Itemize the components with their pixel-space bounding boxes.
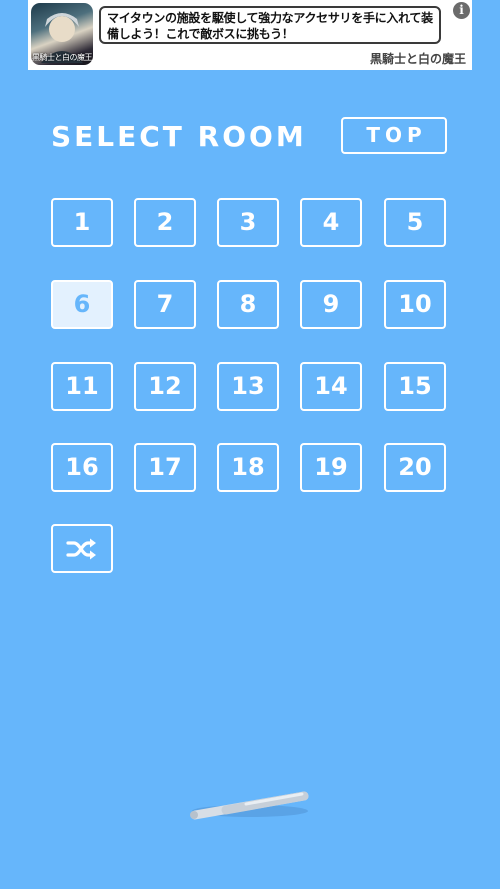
room-button-11[interactable]: 11 (51, 362, 113, 411)
room-button-8[interactable]: 8 (217, 280, 279, 329)
room-button-9[interactable]: 9 (300, 280, 362, 329)
info-icon[interactable]: i (453, 2, 470, 19)
room-button-12[interactable]: 12 (134, 362, 196, 411)
room-button-13[interactable]: 13 (217, 362, 279, 411)
ad-brand-name: 黒騎士と白の魔王 (369, 52, 466, 66)
room-button-20[interactable]: 20 (384, 443, 446, 492)
room-button-2[interactable]: 2 (134, 198, 196, 247)
room-button-7[interactable]: 7 (134, 280, 196, 329)
shuffle-icon (66, 538, 96, 560)
ad-thumb-caption: 黒騎士と白の魔王 (32, 53, 93, 62)
ad-thumbnail[interactable]: 黒騎士と白の魔王 (31, 3, 93, 65)
ad-banner[interactable]: 黒騎士と白の魔王 マイタウンの施設を駆使して強力なアクセサリを手に入れて装備しよ… (28, 0, 472, 70)
room-button-3[interactable]: 3 (217, 198, 279, 247)
room-button-15[interactable]: 15 (384, 362, 446, 411)
room-button-19[interactable]: 19 (300, 443, 362, 492)
room-button-17[interactable]: 17 (134, 443, 196, 492)
room-button-4[interactable]: 4 (300, 198, 362, 247)
page-title: SELECT ROOM (51, 120, 307, 153)
room-button-5[interactable]: 5 (384, 198, 446, 247)
room-button-10[interactable]: 10 (384, 280, 446, 329)
top-button[interactable]: TOP (341, 117, 447, 154)
room-button-18[interactable]: 18 (217, 443, 279, 492)
shuffle-button[interactable] (51, 524, 113, 573)
ad-message[interactable]: マイタウンの施設を駆使して強力なアクセサリを手に入れて装備しよう！これで敵ボスに… (99, 6, 441, 44)
room-button-16[interactable]: 16 (51, 443, 113, 492)
room-button-6[interactable]: 6 (51, 280, 113, 329)
room-button-1[interactable]: 1 (51, 198, 113, 247)
room-button-14[interactable]: 14 (300, 362, 362, 411)
baseball-bat-icon[interactable] (186, 783, 316, 828)
